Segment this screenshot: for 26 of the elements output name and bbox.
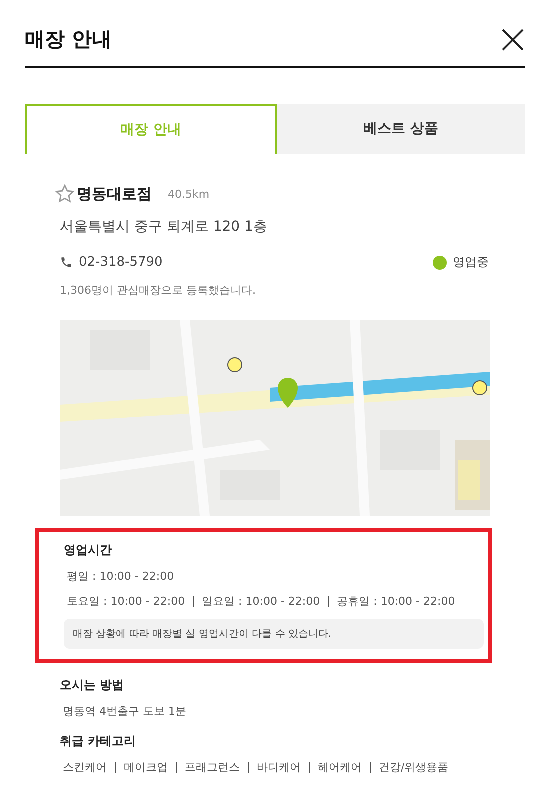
category-item[interactable]: 메이크업 [124, 760, 168, 775]
section-title: 오시는 방법 [60, 677, 126, 694]
category-item[interactable]: 바디케어 [257, 760, 301, 775]
star-icon[interactable] [55, 184, 75, 204]
section-title: 영업시간 [64, 542, 113, 559]
section-title: 취급 카테고리 [60, 733, 138, 750]
phone-number: 02-318-5790 [79, 255, 163, 270]
category-item[interactable]: 스킨케어 [63, 760, 107, 775]
phone-icon [60, 256, 73, 269]
hours-text: 일요일 : 10:00 - 22:00 [202, 594, 320, 609]
status-label: 영업중 [453, 254, 489, 271]
hours-text: 토요일 : 10:00 - 22:00 [67, 594, 186, 609]
category-item[interactable]: 헤어케어 [318, 760, 362, 775]
favorite-count: 1,306명이 관심매장으로 등록했습니다. [60, 283, 257, 298]
distance: 40.5km [168, 188, 210, 200]
hours-text: 평일 : 10:00 - 22:00 [67, 569, 176, 584]
notice-box: 매장 상황에 따라 매장별 실 영업시간이 다를 수 있습니다. [64, 619, 484, 649]
close-button[interactable] [501, 28, 525, 52]
address: 서울특별시 중구 퇴계로 120 1층 [60, 218, 268, 236]
page-title: 매장 안내 [25, 26, 112, 53]
directions-text: 명동역 4번출구 도보 1분 [63, 704, 188, 719]
store-name: 명동대로점 [77, 184, 152, 204]
category-item[interactable]: 프래그런스 [185, 760, 240, 775]
tab[interactable]: 베스트 상품 [277, 104, 525, 154]
category-item[interactable]: 건강/위생용품 [379, 760, 449, 775]
hours-text: 공휴일 : 10:00 - 22:00 [337, 594, 456, 609]
